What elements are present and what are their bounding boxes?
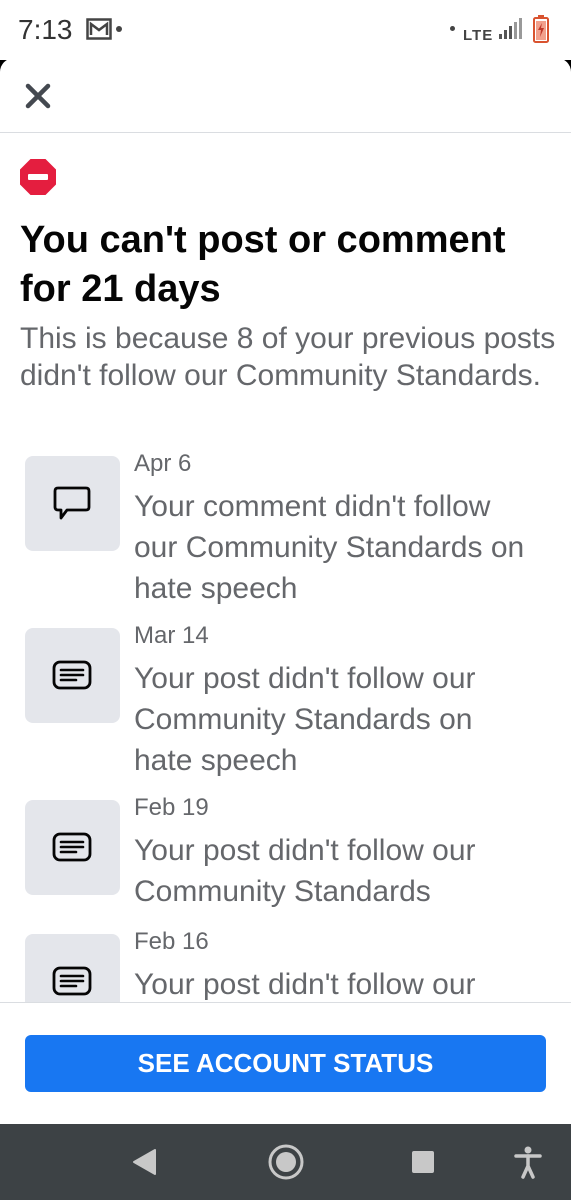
violation-icon-box bbox=[25, 934, 120, 1002]
violation-text: Your post didn't follow our Community St… bbox=[134, 834, 476, 908]
recents-icon[interactable] bbox=[403, 1142, 443, 1182]
status-bar: 7:13 LTE bbox=[0, 0, 571, 60]
violation-date: Apr 6 bbox=[134, 450, 192, 477]
notification-dot-icon bbox=[116, 26, 122, 32]
battery-icon bbox=[533, 15, 549, 43]
accessibility-icon[interactable] bbox=[508, 1142, 548, 1182]
violation-date: Feb 16 bbox=[134, 928, 209, 955]
violation-icon-box bbox=[25, 456, 120, 551]
status-time: 7:13 bbox=[18, 14, 73, 45]
close-icon[interactable] bbox=[20, 78, 56, 114]
restriction-title: You can't post or comment for 21 days bbox=[20, 219, 506, 310]
violation-text: Your post didn't follow our Community St… bbox=[134, 662, 476, 777]
violation-text: Your post didn't follow our bbox=[134, 968, 476, 1001]
violation-list[interactable]: Apr 6 Your comment didn't follow our Com… bbox=[0, 450, 571, 1002]
system-nav-bar bbox=[0, 1124, 571, 1200]
violation-icon-box bbox=[25, 800, 120, 895]
signal-icon bbox=[499, 18, 522, 39]
violation-text: Your comment didn't follow our Community… bbox=[134, 490, 525, 605]
network-type-label: LTE bbox=[463, 27, 494, 44]
violation-date: Mar 14 bbox=[134, 622, 209, 649]
comment-icon bbox=[53, 486, 91, 520]
back-icon[interactable] bbox=[126, 1142, 166, 1182]
restriction-dialog: You can't post or comment for 21 days Th… bbox=[0, 58, 571, 1124]
home-icon[interactable] bbox=[266, 1142, 306, 1182]
see-account-status-button[interactable]: SEE ACCOUNT STATUS bbox=[25, 1035, 546, 1092]
footer-divider bbox=[0, 1002, 571, 1003]
phone-screen: 7:13 LTE You can't post or comment for 2… bbox=[0, 0, 571, 1200]
post-icon bbox=[52, 660, 92, 690]
header-divider bbox=[0, 132, 571, 133]
restriction-subtitle: This is because 8 of your previous posts… bbox=[20, 322, 556, 392]
post-icon bbox=[52, 832, 92, 862]
blocked-icon bbox=[20, 159, 56, 195]
violation-icon-box bbox=[25, 628, 120, 723]
violation-date: Feb 19 bbox=[134, 794, 209, 821]
data-activity-dot-icon bbox=[450, 26, 455, 31]
post-icon bbox=[52, 966, 92, 996]
gmail-icon bbox=[86, 18, 112, 40]
